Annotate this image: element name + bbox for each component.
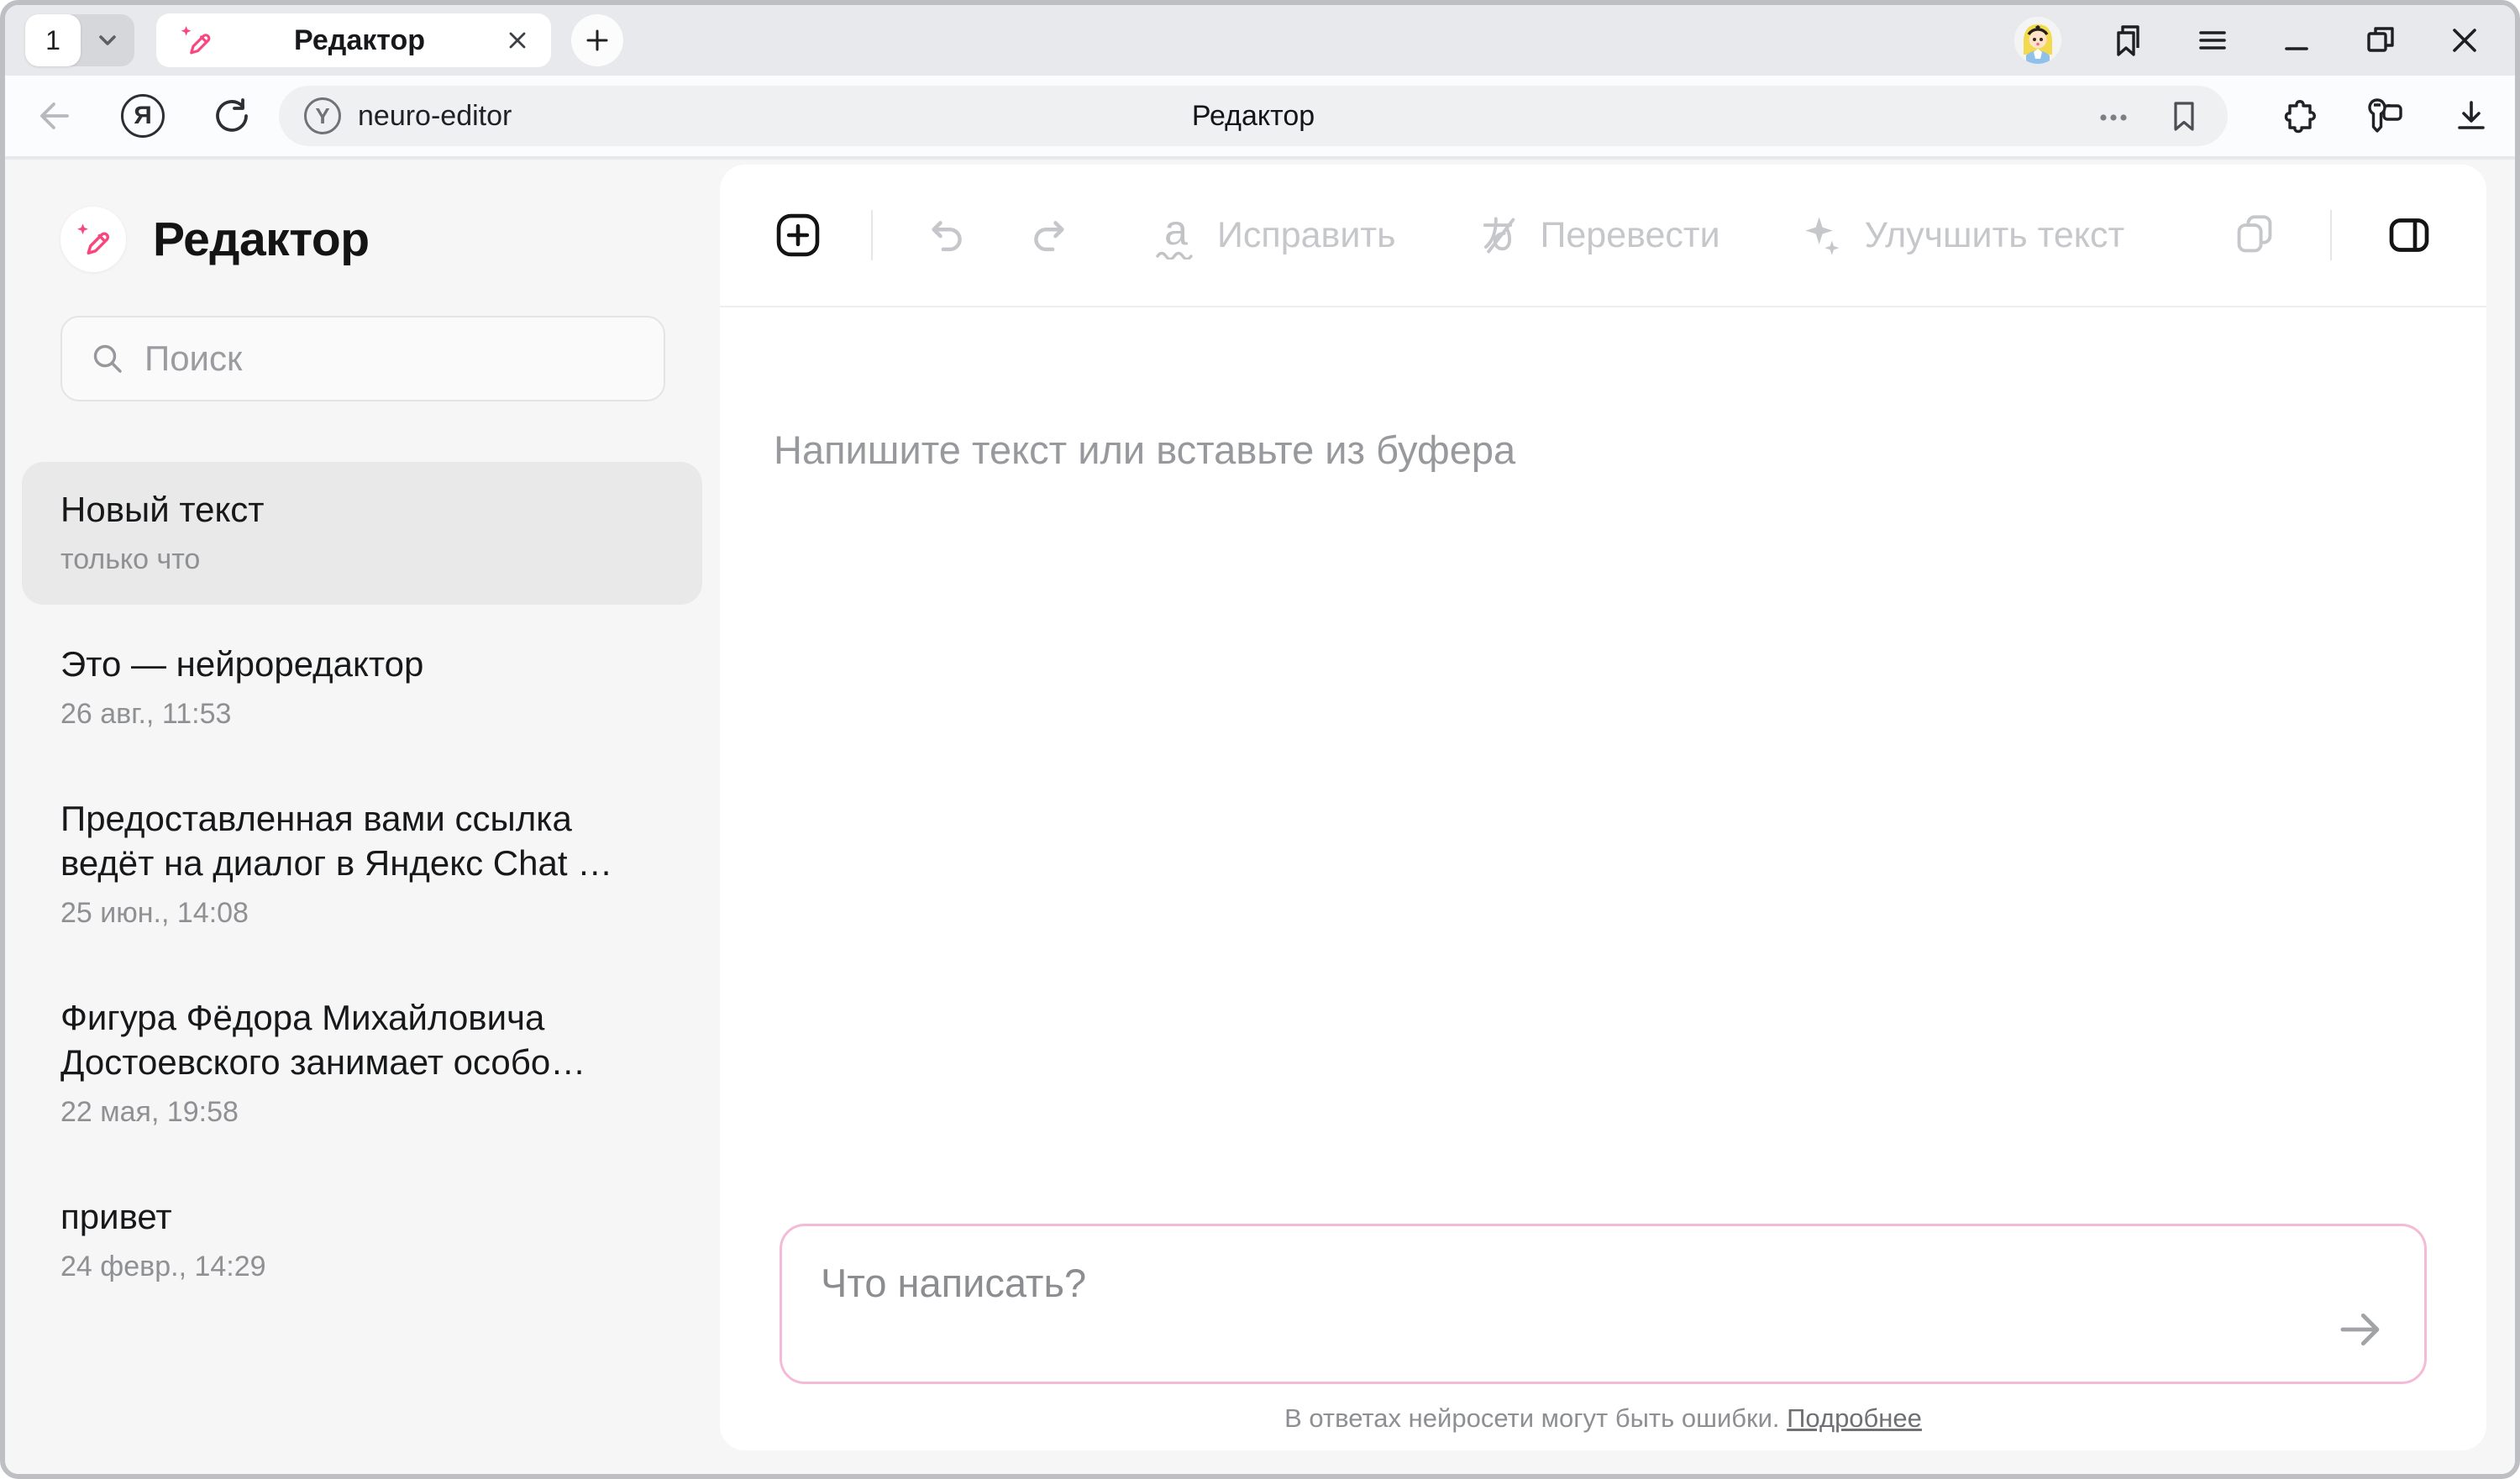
tab-title: Редактор [213,24,506,57]
nav-left-buttons: Я [34,94,252,138]
yandex-button[interactable]: Я [121,94,165,138]
search-input[interactable] [144,338,637,379]
navigation-bar: Я Редактор Y neuro-editor [5,76,2515,158]
tabs-panel-button[interactable]: 1 [25,14,134,66]
tab-close-icon[interactable] [506,29,529,52]
document-item[interactable]: Это — нейроредактор 26 авг., 11:53 [22,616,702,759]
improve-label: Улучшить текст [1865,215,2125,256]
document-date: только что [60,543,664,576]
disclaimer: В ответах нейросети могут быть ошибки. П… [720,1403,2486,1434]
translate-label: Перевести [1540,215,1719,256]
nav-right-icons [2278,76,2491,156]
address-page-title: Редактор [279,100,2228,133]
redo-button[interactable] [1029,212,1074,258]
document-title: Это — нейроредактор [60,642,664,686]
toggle-panel-button[interactable] [2386,212,2433,259]
downloads-icon[interactable] [2451,96,2491,136]
copy-button[interactable] [2233,213,2276,257]
send-button[interactable] [2332,1301,2389,1358]
prompt-input[interactable] [782,1226,2424,1382]
app-logo-row: Редактор [60,207,665,272]
editor-toolbar: a Исправить Перевести [720,165,2486,307]
address-bar[interactable]: Редактор Y neuro-editor [279,86,2228,146]
address-right-icons [2095,97,2202,134]
window-controls [2014,17,2483,64]
app-logo-icon [60,207,126,272]
sidebar: Редактор Новый текст только что Это — не… [5,160,720,1474]
profile-avatar[interactable] [2014,17,2061,64]
tab-editor[interactable]: Редактор [156,13,551,67]
bookmarks-icon[interactable] [2108,21,2147,60]
toolbar-divider [871,210,873,260]
new-tab-button[interactable] [571,14,623,66]
editor-card: a Исправить Перевести [720,165,2486,1450]
app-content: Редактор Новый текст только что Это — не… [5,160,2515,1474]
fix-label: Исправить [1217,215,1395,256]
menu-icon[interactable] [2194,22,2231,59]
document-date: 26 авг., 11:53 [60,698,664,731]
chevron-down-icon[interactable] [81,28,134,53]
add-block-button[interactable] [774,211,822,260]
document-title: привет [60,1194,664,1239]
magic-pencil-icon [178,23,213,58]
translate-button[interactable]: Перевести [1476,213,1719,257]
disclaimer-text: В ответах нейросети могут быть ошибки. [1284,1403,1779,1433]
spellcheck-icon: a [1155,211,1197,260]
document-item[interactable]: привет 24 февр., 14:29 [22,1169,702,1312]
document-title: Новый текст [60,487,664,532]
restore-icon[interactable] [2362,22,2399,59]
toolbar-divider [2330,210,2332,260]
extensions-icon[interactable] [2278,96,2318,136]
prompt-box[interactable] [780,1224,2427,1384]
minimize-icon[interactable] [2278,22,2315,59]
disclaimer-link[interactable]: Подробнее [1787,1403,1922,1433]
app-title: Редактор [153,212,370,267]
passwords-icon[interactable] [2364,95,2406,137]
document-item[interactable]: Фигура Фёдора Михайловича Достоевского з… [22,970,702,1157]
tab-bar: 1 Редактор [5,5,2515,76]
document-item[interactable]: Предоставленная вами ссылка ведёт на диа… [22,771,702,958]
sparkles-icon [1801,213,1845,257]
document-date: 24 февр., 14:29 [60,1251,664,1283]
fix-button[interactable]: a Исправить [1155,211,1395,260]
search-icon [89,340,126,377]
document-title: Фигура Фёдора Михайловича Достоевского з… [60,995,664,1084]
improve-button[interactable]: Улучшить текст [1801,213,2125,257]
editor-placeholder[interactable]: Напишите текст или вставьте из буфера [774,427,2433,473]
document-date: 25 июн., 14:08 [60,897,664,930]
more-options-icon[interactable] [2095,97,2132,134]
undo-button[interactable] [921,212,967,258]
document-title: Предоставленная вами ссылка ведёт на диа… [60,796,664,885]
reload-icon[interactable] [212,96,252,136]
document-date: 22 мая, 19:58 [60,1096,664,1129]
close-icon[interactable] [2446,22,2483,59]
translate-icon [1476,213,1520,257]
browser-window: 1 Редактор [0,0,2520,1479]
tab-count[interactable]: 1 [25,14,81,66]
document-item-new-text[interactable]: Новый текст только что [22,462,702,605]
bookmark-page-icon[interactable] [2166,97,2202,134]
document-list: Новый текст только что Это — нейроредакт… [22,462,702,1312]
search-box[interactable] [60,316,665,401]
address-url[interactable]: neuro-editor [358,100,512,133]
back-icon[interactable] [34,96,74,136]
